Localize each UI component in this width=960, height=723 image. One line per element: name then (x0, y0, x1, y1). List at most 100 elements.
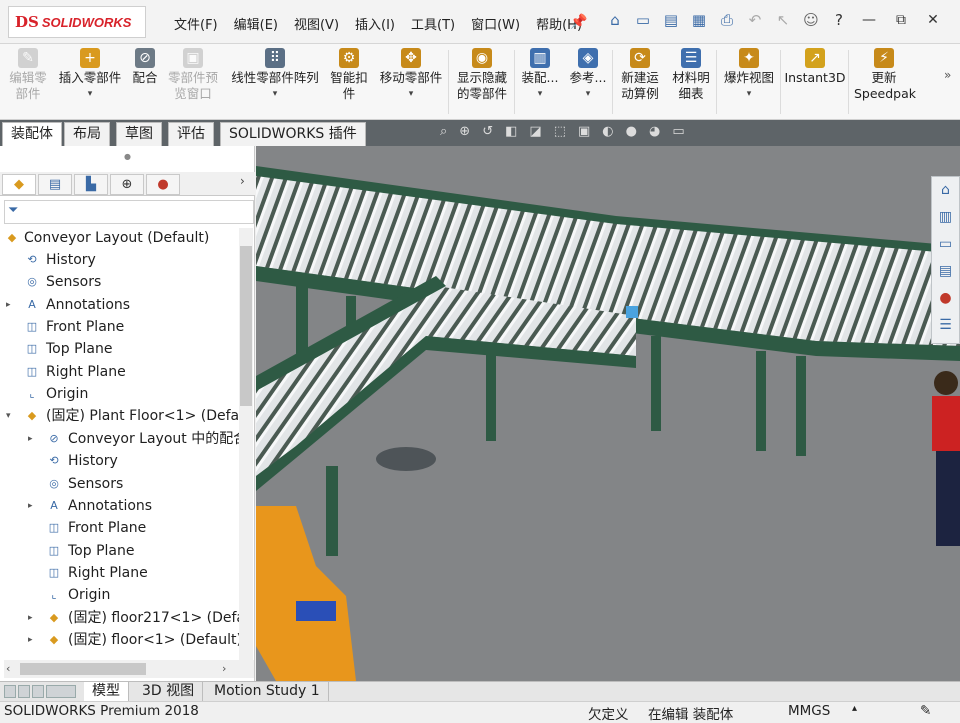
tab-motion-study-1[interactable]: Motion Study 1 (206, 682, 329, 701)
reference-geometry-button[interactable]: ◈ 参考... ▾ (566, 48, 610, 102)
dynamic-annotation-icon[interactable]: ◪ (529, 124, 541, 139)
ribbon-more-icon[interactable]: » (944, 68, 951, 82)
file-explorer-icon[interactable]: ▤ (932, 258, 959, 285)
show-hidden-components-button[interactable]: ◉ 显示隐藏的零部件 (452, 48, 512, 102)
menu-tools[interactable]: 工具(T) (403, 14, 463, 33)
configuration-manager-tab-icon[interactable]: ▙ (74, 174, 108, 195)
linear-pattern-button[interactable]: ⠿ 线性零部件阵列 ▾ (226, 48, 324, 102)
new-document-icon[interactable]: ▭ (634, 11, 652, 29)
chevron-right-icon[interactable]: ▸ (6, 294, 16, 316)
undo-icon[interactable]: ↶ (746, 11, 764, 29)
tree-root-item[interactable]: ◆ Conveyor Layout (Default) (0, 227, 240, 249)
tree-item[interactable]: ▾ ◆ (固定) Plant Floor<1> (Defau (0, 405, 240, 427)
insert-component-button[interactable]: + 插入零部件 ▾ (54, 48, 126, 102)
chevron-right-icon[interactable]: ▸ (28, 495, 38, 517)
tree-item[interactable]: ◫ Right Plane (0, 562, 240, 584)
next-tab-icon[interactable] (32, 685, 44, 698)
restore-icon[interactable]: ⧉ (890, 10, 912, 30)
bom-button[interactable]: ☰ 材料明细表 (668, 48, 714, 102)
tree-item[interactable]: ⟲ History (0, 450, 240, 472)
unit-system[interactable]: MMGS (788, 703, 830, 719)
chevron-right-icon[interactable]: › (240, 174, 245, 188)
tree-item[interactable]: ▸ ◆ (固定) floor<1> (Default) (0, 629, 240, 651)
print-icon[interactable]: ⎙ (718, 11, 736, 29)
tab-model[interactable]: 模型 (84, 682, 129, 701)
chevron-down-icon[interactable]: ▾ (6, 405, 16, 427)
menu-edit[interactable]: 编辑(E) (226, 14, 286, 33)
tree-item[interactable]: ◎ Sensors (0, 271, 240, 293)
zoom-area-icon[interactable]: ⊕ (459, 124, 470, 139)
home-icon[interactable]: ⌂ (932, 177, 959, 204)
new-motion-study-button[interactable]: ⟳ 新建运动算例 (616, 48, 664, 102)
close-icon[interactable]: ✕ (922, 10, 944, 30)
instant3d-button[interactable]: ↗ Instant3D (784, 48, 846, 86)
pin-menu-icon[interactable]: 📌 (570, 14, 587, 30)
exploded-view-button[interactable]: ✦ 爆炸视图 ▾ (720, 48, 778, 102)
open-icon[interactable]: ▤ (662, 11, 680, 29)
selection-handle[interactable] (626, 306, 638, 318)
feature-manager-tab-icon[interactable]: ◆ (2, 174, 36, 195)
solidworks-logo[interactable]: DS SOLIDWORKS (8, 6, 146, 38)
view-orientation-icon[interactable]: ⬚ (554, 124, 566, 139)
tree-item[interactable]: ◎ Sensors (0, 473, 240, 495)
tree-item[interactable]: ⌞ Origin (0, 584, 240, 606)
tree-item[interactable]: ◫ Front Plane (0, 517, 240, 539)
mate-button[interactable]: ⊘ 配合 (128, 48, 162, 86)
previous-view-icon[interactable]: ↺ (482, 124, 493, 139)
tree-item[interactable]: ▸ A Annotations (0, 294, 240, 316)
tab-3d-view[interactable]: 3D 视图 (134, 682, 204, 701)
tree-item[interactable]: ▸ ⊘ Conveyor Layout 中的配合 (0, 428, 240, 450)
move-component-button[interactable]: ✥ 移动零部件 ▾ (376, 48, 446, 102)
help-icon[interactable]: ? (830, 11, 848, 29)
unit-chevron-up-icon[interactable]: ▴ (852, 703, 857, 714)
rebuild-status-icon[interactable]: ✎ (920, 703, 931, 719)
resources-icon[interactable]: ▥ (932, 204, 959, 231)
custom-properties-icon[interactable]: ☰ (932, 312, 959, 339)
menu-insert[interactable]: 插入(I) (347, 14, 403, 33)
smart-fastener-button[interactable]: ⚙ 智能扣件 (326, 48, 372, 102)
apply-scene-icon[interactable]: ◕ (649, 124, 660, 139)
tab-solidworks-addins[interactable]: SOLIDWORKS 插件 (220, 122, 366, 146)
welcome-icon[interactable]: ⌂ (606, 11, 624, 29)
chevron-down-icon[interactable]: ▾ (54, 86, 126, 102)
chevron-down-icon[interactable]: ▾ (226, 86, 324, 102)
panel-grip-icon[interactable]: ● (124, 152, 131, 161)
menu-view[interactable]: 视图(V) (286, 14, 347, 33)
zoom-to-fit-icon[interactable]: ⌕ (440, 124, 447, 139)
display-manager-tab-icon[interactable]: ● (146, 174, 180, 195)
assembly-features-button[interactable]: ▥ 装配... ▾ (518, 48, 562, 102)
previous-tab-icon[interactable] (18, 685, 30, 698)
tree-item[interactable]: ◫ Front Plane (0, 316, 240, 338)
tree-vertical-scroll-thumb[interactable] (240, 246, 252, 406)
tree-item[interactable]: ◫ Top Plane (0, 338, 240, 360)
last-tab-icon[interactable] (46, 685, 76, 698)
property-manager-tab-icon[interactable]: ▤ (38, 174, 72, 195)
design-library-icon[interactable]: ▭ (932, 231, 959, 258)
chevron-down-icon[interactable]: ▾ (518, 86, 562, 102)
tree-horizontal-scroll-thumb[interactable] (20, 663, 146, 675)
component-preview-button[interactable]: ▣ 零部件预览窗口 (164, 48, 222, 102)
minimize-icon[interactable]: — (858, 10, 880, 30)
tree-item[interactable]: ⌞ Origin (0, 383, 240, 405)
user-icon[interactable]: ☺ (802, 11, 820, 29)
tree-item[interactable]: ◫ Right Plane (0, 361, 240, 383)
filter-icon[interactable]: ⏷ (8, 203, 18, 218)
display-style-icon[interactable]: ▣ (578, 124, 590, 139)
menu-file[interactable]: 文件(F) (166, 14, 226, 33)
scroll-left-icon[interactable]: ‹ (6, 662, 10, 675)
chevron-down-icon[interactable]: ▾ (720, 86, 778, 102)
tree-item[interactable]: ◫ Top Plane (0, 540, 240, 562)
save-icon[interactable]: ▦ (690, 11, 708, 29)
tab-assembly[interactable]: 装配体 (2, 122, 62, 146)
tree-filter[interactable]: ⏷ (4, 200, 254, 224)
chevron-down-icon[interactable]: ▾ (376, 86, 446, 102)
section-view-icon[interactable]: ◧ (505, 124, 517, 139)
scroll-right-icon[interactable]: › (222, 662, 226, 675)
select-icon[interactable]: ↖ (774, 11, 792, 29)
dimxpert-tab-icon[interactable]: ⊕ (110, 174, 144, 195)
tree-item[interactable]: ⟲ History (0, 249, 240, 271)
tab-evaluate[interactable]: 评估 (168, 122, 214, 146)
chevron-down-icon[interactable]: ▾ (566, 86, 610, 102)
chevron-right-icon[interactable]: ▸ (28, 607, 38, 629)
tree-item[interactable]: ▸ A Annotations (0, 495, 240, 517)
